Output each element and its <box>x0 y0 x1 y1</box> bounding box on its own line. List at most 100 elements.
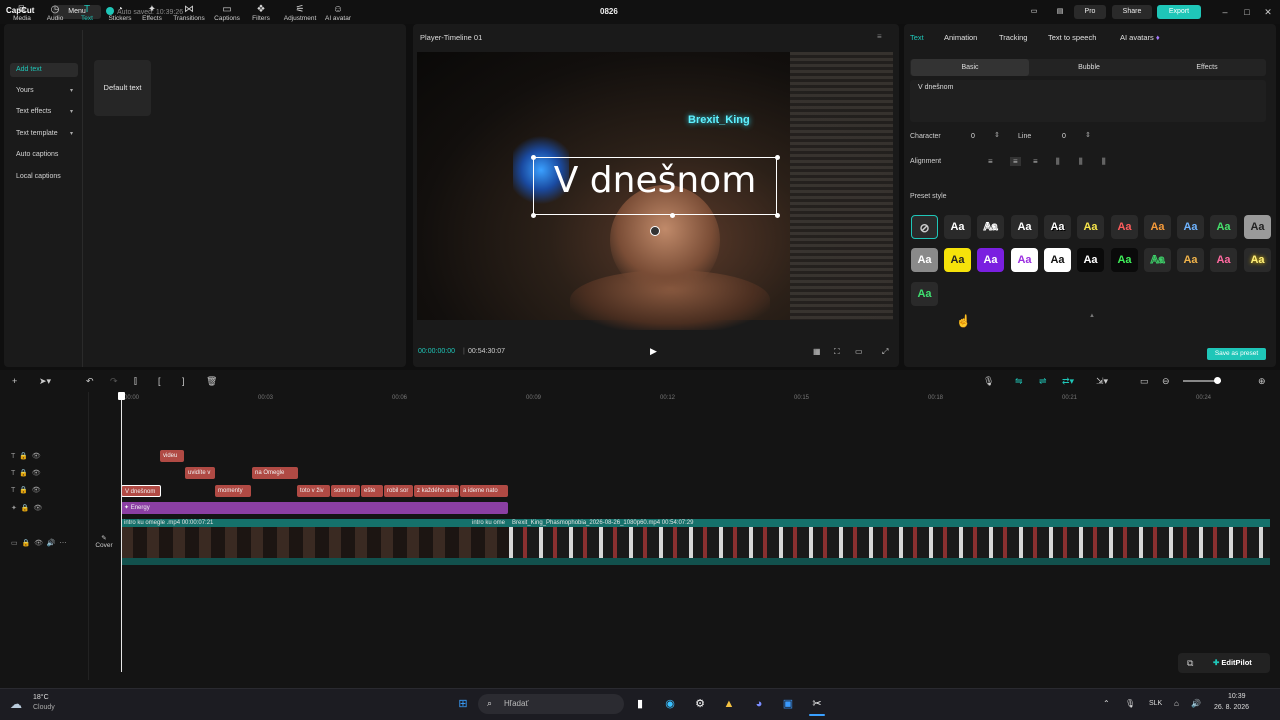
preset-swatch[interactable]: Aa <box>1244 248 1271 272</box>
screen-icon[interactable]: ⧉ <box>1187 658 1193 669</box>
sidebar-item-local-captions[interactable]: Local captions <box>10 170 78 184</box>
project-title[interactable]: 0826 <box>600 7 618 16</box>
pro-button[interactable]: Pro <box>1074 5 1106 19</box>
preset-swatch[interactable]: Aa <box>1111 215 1138 239</box>
preset-swatch[interactable]: Aa <box>911 282 938 306</box>
export-button[interactable]: Export <box>1157 5 1201 19</box>
preset-swatch[interactable]: Aa <box>911 248 938 272</box>
text-content-field[interactable]: V dnešnom <box>910 80 1266 122</box>
resize-handle-br[interactable] <box>775 213 780 218</box>
tool-filters[interactable]: ❖ Filters <box>244 4 278 22</box>
save-as-preset-button[interactable]: Save as preset <box>1207 348 1266 360</box>
line-spacing-input[interactable]: 0 <box>1062 133 1066 140</box>
redo-icon[interactable]: ↷ <box>110 376 118 387</box>
cover-button[interactable]: ✎ Cover <box>92 534 116 549</box>
fullscreen-icon[interactable]: ⤢ <box>882 347 888 357</box>
tool-adjustment[interactable]: ⚟ Adjustment <box>280 4 320 22</box>
preset-swatch[interactable]: Aa <box>1077 215 1104 239</box>
preset-swatch[interactable]: Aa <box>1011 215 1038 239</box>
text-clip[interactable]: momenty <box>215 485 251 497</box>
align-right-icon[interactable]: ≡ <box>1033 157 1038 166</box>
preset-swatch[interactable]: Aa <box>944 215 971 239</box>
align-left-icon[interactable]: ≡ <box>988 157 993 166</box>
select-tool-icon[interactable]: ➤▾ <box>39 376 51 387</box>
subtab-basic[interactable]: Basic <box>911 59 1029 76</box>
subtab-effects[interactable]: Effects <box>1148 59 1266 76</box>
split-icon[interactable]: ⫿ <box>134 376 137 387</box>
playhead-handle[interactable] <box>118 392 125 400</box>
microphone-icon[interactable]: 🎙 <box>983 376 994 387</box>
focus-icon[interactable]: ⛶ <box>834 347 840 357</box>
text-clip[interactable]: som ner <box>331 485 360 497</box>
sidebar-item-auto-captions[interactable]: Auto captions <box>10 148 78 162</box>
preset-none-icon[interactable]: ⊘ <box>911 215 938 239</box>
task-view-icon[interactable]: ▮ <box>632 696 648 712</box>
default-text-card[interactable]: Default text <box>94 60 151 116</box>
tool-captions[interactable]: ▭ Captions <box>210 4 244 22</box>
preset-swatch[interactable]: Aa <box>1044 248 1071 272</box>
split-right-icon[interactable]: ] <box>182 376 185 386</box>
text-clip[interactable]: toto v živ <box>297 485 330 497</box>
zoom-out-icon[interactable]: ⊖ <box>1162 376 1170 387</box>
link-main-track-icon[interactable]: ⇋ <box>1015 376 1023 387</box>
tab-text-to-speech[interactable]: Text to speech <box>1048 33 1096 42</box>
tool-media[interactable]: ⧉ Media <box>5 4 39 22</box>
split-left-icon[interactable]: [ <box>158 376 161 386</box>
volume-icon[interactable]: 🔊 <box>1191 699 1201 708</box>
text-clip[interactable]: z každého ama <box>414 485 459 497</box>
weather-temp[interactable]: 18°C <box>33 694 49 701</box>
resize-handle-bl[interactable] <box>531 213 536 218</box>
tray-chevron-icon[interactable]: ⌃ <box>1103 699 1110 708</box>
align-bottom-icon[interactable]: ⫼ <box>1102 157 1106 167</box>
tab-animation[interactable]: Animation <box>944 33 977 42</box>
app-blue-icon[interactable]: ▣ <box>780 696 796 712</box>
tool-effects[interactable]: ✦ Effects <box>135 4 169 22</box>
network-icon[interactable]: ⌂ <box>1174 699 1179 708</box>
text-clip[interactable]: na Omegle <box>252 467 298 479</box>
maximize-icon[interactable]: □ <box>1240 5 1254 19</box>
layout-icon[interactable]: ▭ <box>1027 5 1041 19</box>
mic-tray-icon[interactable]: 🎙 <box>1125 699 1135 708</box>
preset-swatch[interactable]: Aa <box>1077 248 1104 272</box>
sidebar-item-text-effects[interactable]: Text effects ▾ <box>10 105 78 119</box>
preset-swatch[interactable]: Aa <box>1144 248 1171 272</box>
edge-icon[interactable]: ◉ <box>662 696 678 712</box>
clock-date[interactable]: 26. 8. 2026 <box>1214 704 1249 711</box>
tool-stickers[interactable]: ◔ Stickers <box>103 4 137 22</box>
align-middle-icon[interactable]: ⫼ <box>1079 157 1083 167</box>
minimize-icon[interactable]: – <box>1218 5 1232 19</box>
preset-swatch[interactable]: Aa <box>1044 215 1071 239</box>
weather-desc[interactable]: Cloudy <box>33 704 55 711</box>
tab-tracking[interactable]: Tracking <box>999 33 1027 42</box>
preset-swatch[interactable]: Aa <box>1111 248 1138 272</box>
tool-ai-avatar[interactable]: ☺ AI avatar <box>321 4 355 22</box>
play-icon[interactable]: ▶ <box>650 346 660 356</box>
shortcut-icon[interactable]: ▤ <box>1053 5 1067 19</box>
preset-swatch[interactable]: Aa <box>1210 215 1237 239</box>
preset-swatch[interactable]: Aa <box>977 248 1004 272</box>
text-clip[interactable]: uvidíte v <box>185 467 215 479</box>
text-clip-selected[interactable]: V dnešnom <box>121 485 161 497</box>
tool-transitions[interactable]: ⋈ Transitions <box>172 4 206 22</box>
aspect-ratio-icon[interactable]: ▭ <box>855 347 863 356</box>
magnet-icon[interactable]: ⇌ <box>1039 376 1047 387</box>
add-track-icon[interactable]: + <box>12 376 17 386</box>
collapse-arrow-icon[interactable]: ▲ <box>1089 313 1095 319</box>
preset-swatch[interactable]: Aa <box>1011 248 1038 272</box>
preset-swatch[interactable]: Aa <box>1177 248 1204 272</box>
sidebar-item-yours[interactable]: Yours ▾ <box>10 84 78 98</box>
character-stepper-icon[interactable]: ⇕ <box>994 131 1000 139</box>
preset-swatch[interactable]: Aa <box>1210 248 1237 272</box>
text-clip[interactable]: a ideme nato <box>460 485 508 497</box>
text-overlay[interactable]: V dnešnom <box>533 160 777 201</box>
tool-audio[interactable]: ◷ Audio <box>38 4 72 22</box>
sidebar-item-add-text[interactable]: Add text <box>10 63 78 77</box>
align-center-icon[interactable]: ≡ <box>1010 157 1021 166</box>
text-clip[interactable]: ešte <box>361 485 383 497</box>
app-icon[interactable]: ▲ <box>721 696 737 712</box>
windows-start-icon[interactable]: ⊞ <box>455 696 471 712</box>
taskbar-search[interactable]: Hľadať <box>478 694 624 714</box>
delete-icon[interactable]: 🗑 <box>206 376 217 387</box>
clock-time[interactable]: 10:39 <box>1228 693 1246 700</box>
discord-icon[interactable]: ◕ <box>751 696 767 712</box>
